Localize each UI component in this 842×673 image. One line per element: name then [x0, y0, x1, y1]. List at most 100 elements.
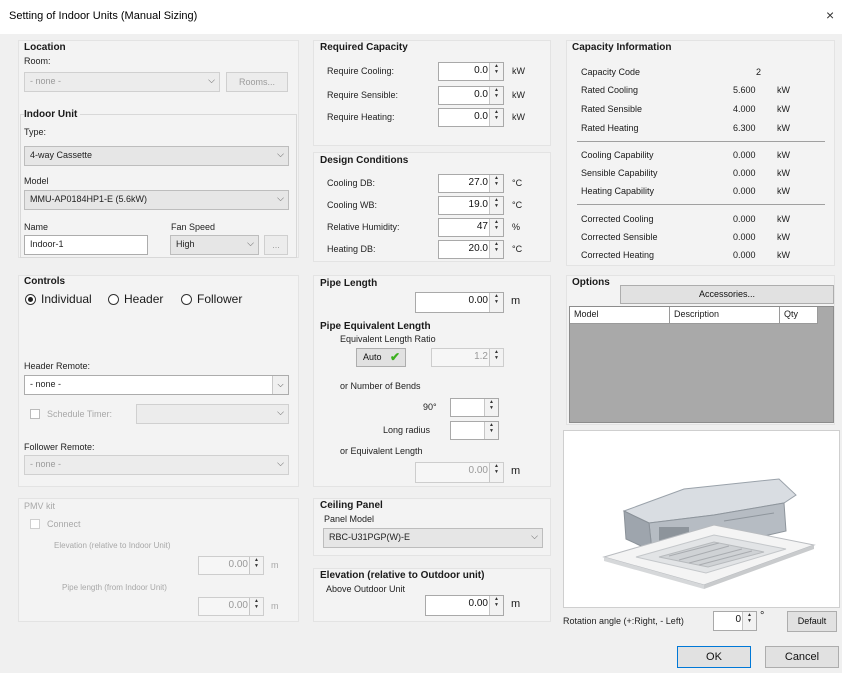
pmv-pipe-length-value: 0.00	[228, 600, 248, 611]
header-remote-select[interactable]: - none - ⌵	[24, 375, 289, 395]
column-header-description[interactable]: Description	[670, 307, 780, 324]
chevron-down-icon: ⌵	[277, 193, 284, 203]
default-button[interactable]: Default	[787, 611, 837, 632]
cooling-wb-input[interactable]: 19.0 ▲ ▼	[438, 196, 504, 215]
type-select[interactable]: 4-way Cassette ⌵	[24, 146, 289, 166]
pmv-elevation-input: 0.00 ▲ ▼	[198, 556, 264, 575]
cooling-wb-value: 19.0	[468, 199, 488, 210]
radio-individual[interactable]	[25, 294, 36, 305]
corrected-sensible-unit: kW	[777, 232, 790, 242]
spinner-icon[interactable]: ▲ ▼	[489, 87, 503, 104]
pmv-pipe-length-label: Pipe length (from Indoor Unit)	[62, 583, 167, 592]
spinner-icon: ▲ ▼	[489, 463, 503, 482]
spinner-icon[interactable]: ▲ ▼	[489, 596, 503, 615]
column-header-qty[interactable]: Qty	[780, 307, 818, 324]
elevation-value: 0.00	[468, 598, 488, 609]
chevron-down-icon: ⌵	[277, 149, 284, 159]
chevron-down-icon: ⌵	[272, 376, 288, 394]
heating-capability-value: 0.000	[733, 186, 756, 196]
corrected-sensible-label: Corrected Sensible	[581, 232, 658, 242]
pipe-length-input[interactable]: 0.00 ▲ ▼	[415, 292, 504, 313]
require-heating-value: 0.0	[474, 111, 488, 122]
auto-label: Auto	[363, 352, 382, 362]
pmv-pipe-length-input: 0.00 ▲ ▼	[198, 597, 264, 616]
rooms-button: Rooms...	[226, 72, 288, 92]
heating-db-input[interactable]: 20.0 ▲ ▼	[438, 240, 504, 259]
spinner-icon[interactable]: ▲ ▼	[489, 241, 503, 258]
corrected-cooling-value: 0.000	[733, 214, 756, 224]
panel-model-select[interactable]: RBC-U31PGP(W)-E ⌵	[323, 528, 543, 548]
bends-90-label: 90°	[423, 402, 437, 412]
auto-button[interactable]: Auto ✔	[356, 348, 406, 367]
spinner-icon[interactable]: ▲ ▼	[489, 219, 503, 236]
heating-db-value: 20.0	[468, 243, 488, 254]
spinner-icon[interactable]: ▲ ▼	[489, 175, 503, 192]
bends-90-input[interactable]: ▲ ▼	[450, 398, 499, 417]
spinner-icon[interactable]: ▲ ▼	[484, 399, 498, 416]
room-select: - none - ⌵	[24, 72, 220, 92]
capacity-code-label: Capacity Code	[581, 67, 641, 77]
elevation-title: Elevation (relative to Outdoor unit)	[320, 570, 485, 581]
elevation-input[interactable]: 0.00 ▲ ▼	[425, 595, 504, 616]
model-select[interactable]: MMU-AP0184HP1-E (5.6kW) ⌵	[24, 190, 289, 210]
name-input[interactable]: Indoor-1	[24, 235, 148, 255]
chevron-down-icon: ⌵	[531, 531, 538, 541]
require-sensible-value: 0.0	[474, 89, 488, 100]
corrected-cooling-label: Corrected Cooling	[581, 214, 654, 224]
rated-cooling-value: 5.600	[733, 85, 756, 95]
close-icon[interactable]: ×	[826, 7, 834, 23]
relative-humidity-input[interactable]: 47 ▲ ▼	[438, 218, 504, 237]
radio-header[interactable]	[108, 294, 119, 305]
corrected-heating-unit: kW	[777, 250, 790, 260]
spinner-icon[interactable]: ▲ ▼	[742, 612, 756, 630]
relative-humidity-label: Relative Humidity:	[327, 222, 400, 232]
column-header-model[interactable]: Model	[570, 307, 670, 324]
follower-remote-label: Follower Remote:	[24, 442, 95, 452]
sensible-capability-label: Sensible Capability	[581, 168, 658, 178]
corrected-cooling-unit: kW	[777, 214, 790, 224]
spinner-icon[interactable]: ▲ ▼	[489, 109, 503, 126]
window-title: Setting of Indoor Units (Manual Sizing)	[9, 10, 198, 22]
design-conditions-title: Design Conditions	[320, 155, 409, 166]
spinner-icon[interactable]: ▲ ▼	[489, 293, 503, 312]
name-label: Name	[24, 222, 49, 232]
require-cooling-input[interactable]: 0.0 ▲ ▼	[438, 62, 504, 81]
fan-speed-select[interactable]: High ⌵	[170, 235, 259, 255]
require-sensible-input[interactable]: 0.0 ▲ ▼	[438, 86, 504, 105]
require-heating-unit: kW	[512, 112, 525, 122]
require-cooling-value: 0.0	[474, 65, 488, 76]
equivalent-ratio-input: 1.2 ▲ ▼	[431, 348, 504, 367]
radio-header-label: Header	[124, 292, 164, 306]
spinner-icon[interactable]: ▲ ▼	[489, 63, 503, 80]
cancel-button[interactable]: Cancel	[765, 646, 839, 668]
require-cooling-label: Require Cooling:	[327, 66, 395, 76]
rated-sensible-label: Rated Sensible	[581, 104, 643, 114]
spinner-icon[interactable]: ▲ ▼	[489, 197, 503, 214]
spinner-icon[interactable]: ▲ ▼	[484, 422, 498, 439]
pipe-length-unit: m	[511, 295, 521, 307]
require-heating-input[interactable]: 0.0 ▲ ▼	[438, 108, 504, 127]
indoor-unit-title: Indoor Unit	[24, 109, 81, 120]
rotation-input[interactable]: 0 ▲ ▼	[713, 611, 757, 631]
require-cooling-unit: kW	[512, 66, 525, 76]
pmv-elevation-label: Elevation (relative to Indoor Unit)	[54, 541, 171, 550]
room-label: Room:	[24, 56, 51, 66]
pmv-elevation-unit: m	[271, 560, 279, 570]
rated-cooling-unit: kW	[777, 85, 790, 95]
heating-capability-label: Heating Capability	[581, 186, 655, 196]
type-label: Type:	[24, 127, 47, 137]
equiv-length-unit: m	[511, 465, 521, 477]
fan-speed-more-button: ...	[264, 235, 288, 255]
accessories-button[interactable]: Accessories...	[620, 285, 834, 304]
follower-remote-value: - none -	[30, 459, 62, 469]
long-radius-input[interactable]: ▲ ▼	[450, 421, 499, 440]
location-title: Location	[24, 42, 66, 53]
rated-heating-label: Rated Heating	[581, 123, 639, 133]
radio-follower[interactable]	[181, 294, 192, 305]
ok-button[interactable]: OK	[677, 646, 751, 668]
schedule-timer-checkbox	[30, 409, 40, 419]
fan-speed-value: High	[176, 239, 195, 249]
cooling-db-input[interactable]: 27.0 ▲ ▼	[438, 174, 504, 193]
spinner-icon: ▲ ▼	[249, 598, 263, 615]
pipe-equivalent-title: Pipe Equivalent Length	[320, 321, 431, 332]
